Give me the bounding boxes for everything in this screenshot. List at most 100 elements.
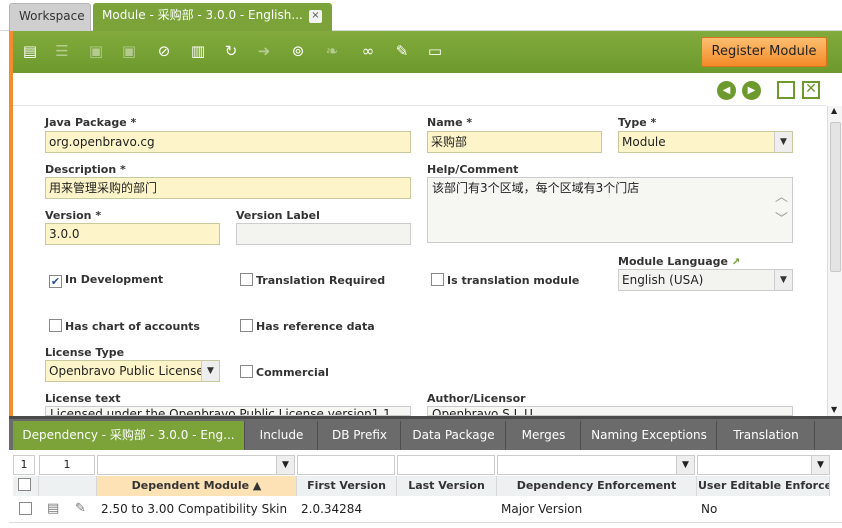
export-icon[interactable]: ➜ bbox=[253, 40, 275, 62]
checkbox-icon[interactable] bbox=[17, 478, 31, 491]
close-form-icon[interactable]: ✕ bbox=[802, 81, 820, 99]
form-navigation-bar: ◀ ▶ ✕ bbox=[13, 76, 826, 106]
chevron-down-icon[interactable]: ▼ bbox=[811, 456, 829, 474]
delete-icon[interactable]: ▥ bbox=[187, 40, 209, 62]
checkbox-icon[interactable] bbox=[240, 365, 253, 378]
tab-db-prefix[interactable]: DB Prefix bbox=[319, 421, 401, 450]
document-icon[interactable]: ▤ bbox=[47, 498, 63, 520]
filter-dependent-module[interactable]: ▼ bbox=[97, 455, 295, 475]
author-licensor-field[interactable]: Openbravo S.L.U. bbox=[427, 406, 793, 416]
pager-cell: 1 bbox=[13, 455, 35, 475]
type-select[interactable]: Module ▼ bbox=[618, 131, 793, 153]
version-label-field[interactable] bbox=[236, 223, 411, 245]
tab-include[interactable]: Include bbox=[246, 421, 318, 450]
column-header-user-editable[interactable]: User Editable Enforcem bbox=[697, 476, 830, 496]
grid-view-icon[interactable]: ▭ bbox=[424, 40, 446, 62]
grid-divider bbox=[9, 522, 842, 528]
module-language-label: Module Language ↗ bbox=[618, 255, 740, 268]
java-package-field[interactable]: org.openbravo.cg bbox=[45, 131, 411, 153]
java-package-label: Java Package * bbox=[45, 116, 137, 129]
column-header-last-version[interactable]: Last Version bbox=[397, 476, 497, 496]
filter-enforcement[interactable]: ▼ bbox=[497, 455, 695, 475]
has-reference-data-checkbox[interactable]: Has reference data bbox=[240, 319, 375, 334]
description-label: Description * bbox=[45, 163, 126, 176]
row-actions-header bbox=[39, 476, 97, 496]
chevron-down-icon[interactable]: ▼ bbox=[774, 270, 792, 290]
link-icon[interactable]: ∞ bbox=[357, 40, 379, 62]
module-language-label-text: Module Language bbox=[618, 255, 728, 268]
top-tab-bar: Workspace Module - 采购部 - 3.0.0 - English… bbox=[0, 0, 842, 31]
name-label: Name * bbox=[427, 116, 473, 129]
row-checkbox[interactable] bbox=[19, 498, 39, 520]
child-tab-bar: Dependency - 采购部 - 3.0.0 - Eng... Includ… bbox=[9, 416, 842, 450]
refresh-icon[interactable]: ↻ bbox=[220, 40, 242, 62]
checkbox-icon[interactable] bbox=[49, 319, 62, 332]
has-chart-of-accounts-checkbox[interactable]: Has chart of accounts bbox=[49, 319, 200, 334]
translation-required-label: Translation Required bbox=[256, 274, 386, 287]
application-window: Workspace Module - 采购部 - 3.0.0 - English… bbox=[0, 0, 842, 528]
tab-data-package[interactable]: Data Package bbox=[402, 421, 506, 450]
chevron-down-icon[interactable]: ▼ bbox=[676, 456, 694, 474]
edit-pencil-icon[interactable]: ✎ bbox=[75, 498, 91, 520]
scroll-down-arrow-icon[interactable]: ▼ bbox=[831, 405, 837, 414]
module-language-select[interactable]: English (USA) ▼ bbox=[618, 269, 793, 291]
audit-trail-icon[interactable]: ❧ bbox=[321, 40, 343, 62]
attachment-icon[interactable]: ⊚ bbox=[287, 40, 309, 62]
new-document-icon[interactable]: ▤ bbox=[19, 40, 41, 62]
save-icon[interactable]: ▣ bbox=[85, 40, 107, 62]
chevron-down-icon[interactable]: ▼ bbox=[276, 456, 294, 474]
license-type-label: License Type bbox=[45, 346, 125, 359]
translation-required-checkbox[interactable]: Translation Required bbox=[240, 273, 385, 288]
scroll-up-icon[interactable]: ︿ bbox=[775, 190, 788, 206]
commercial-label: Commercial bbox=[256, 366, 329, 379]
scroll-down-icon[interactable]: ﹀ bbox=[775, 212, 788, 228]
checkbox-checked-icon[interactable]: ✔ bbox=[49, 275, 62, 288]
column-header-first-version[interactable]: First Version bbox=[297, 476, 397, 496]
new-row-icon[interactable]: ☰ bbox=[51, 40, 73, 62]
tab-module[interactable]: Module - 采购部 - 3.0.0 - English... × bbox=[93, 3, 332, 31]
tab-workspace[interactable]: Workspace bbox=[9, 3, 91, 31]
select-all-header[interactable] bbox=[13, 476, 39, 496]
cell-enforcement: Major Version bbox=[501, 502, 583, 516]
license-type-select[interactable]: Openbravo Public License ▼ bbox=[45, 360, 220, 382]
link-arrow-icon[interactable]: ↗ bbox=[732, 257, 740, 268]
description-field[interactable]: 用来管理采购的部门 bbox=[45, 177, 411, 199]
filter-user-editable[interactable]: ▼ bbox=[697, 455, 830, 475]
filter-last-version[interactable] bbox=[397, 455, 495, 475]
undo-icon[interactable]: ⊘ bbox=[153, 40, 175, 62]
scrollbar-thumb[interactable] bbox=[830, 122, 841, 272]
type-label: Type * bbox=[618, 116, 657, 129]
tab-translation[interactable]: Translation bbox=[718, 421, 815, 450]
help-comment-textarea[interactable]: 该部门有3个区域，每个区域有3个门店 ︿ ﹀ bbox=[427, 177, 793, 243]
checkbox-icon[interactable] bbox=[19, 502, 32, 515]
checkbox-icon[interactable] bbox=[240, 319, 253, 332]
help-comment-label: Help/Comment bbox=[427, 163, 519, 176]
cell-user-editable: No bbox=[701, 502, 718, 516]
close-icon[interactable]: × bbox=[309, 10, 322, 23]
version-field[interactable]: 3.0.0 bbox=[45, 223, 220, 245]
maximize-icon[interactable] bbox=[777, 81, 795, 99]
module-language-value: English (USA) bbox=[622, 273, 704, 287]
chevron-down-icon[interactable]: ▼ bbox=[774, 132, 792, 152]
is-translation-module-checkbox[interactable]: Is translation module bbox=[431, 273, 579, 288]
tools-icon[interactable]: ✎ bbox=[391, 40, 413, 62]
next-record-icon[interactable]: ▶ bbox=[742, 81, 761, 100]
tab-dependency[interactable]: Dependency - 采购部 - 3.0.0 - Eng... bbox=[13, 421, 245, 450]
tab-naming-exceptions[interactable]: Naming Exceptions bbox=[582, 421, 717, 450]
name-field[interactable]: 采购部 bbox=[427, 131, 602, 153]
commercial-checkbox[interactable]: Commercial bbox=[240, 365, 329, 380]
save-close-icon[interactable]: ▣ bbox=[118, 40, 140, 62]
checkbox-icon[interactable] bbox=[431, 273, 444, 286]
tab-merges[interactable]: Merges bbox=[507, 421, 581, 450]
form-scrollbar[interactable]: ▲ ▼ bbox=[827, 106, 842, 416]
column-header-dependency-enforcement[interactable]: Dependency Enforcement bbox=[497, 476, 697, 496]
checkbox-icon[interactable] bbox=[240, 273, 253, 286]
previous-record-icon[interactable]: ◀ bbox=[717, 81, 736, 100]
chevron-down-icon[interactable]: ▼ bbox=[201, 361, 219, 381]
filter-first-version[interactable] bbox=[297, 455, 395, 475]
license-text-textarea[interactable]: Licensed under the Openbravo Public Lice… bbox=[45, 406, 411, 416]
scroll-up-arrow-icon[interactable]: ▲ bbox=[831, 106, 837, 115]
register-module-button[interactable]: Register Module bbox=[701, 37, 827, 67]
in-development-checkbox[interactable]: ✔ In Development bbox=[49, 273, 163, 288]
column-header-dependent-module[interactable]: Dependent Module ▲ bbox=[97, 476, 297, 496]
